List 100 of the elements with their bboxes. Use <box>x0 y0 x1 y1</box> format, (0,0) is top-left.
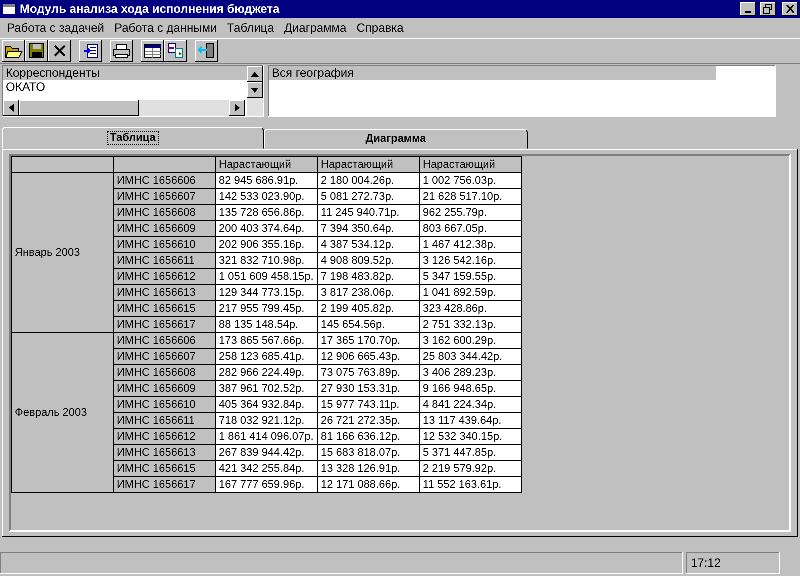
table-cell: 2 199 405.82р. <box>318 300 420 316</box>
row-header-cell: ИМНС 1656613 <box>114 284 216 300</box>
month-cell: Январь 2003 <box>12 172 114 332</box>
menu-item[interactable]: Справка <box>352 21 409 35</box>
table-cell: 12 906 665.43р. <box>318 348 420 364</box>
down-arrow-icon <box>251 88 259 92</box>
restore-button[interactable] <box>760 2 776 16</box>
table-cell: 25 803 344.42р. <box>420 348 522 364</box>
table-cell: 3 817 238.06р. <box>318 284 420 300</box>
table-cell: 15 683 818.07р. <box>318 444 420 460</box>
table-cell: 26 721 272.35р. <box>318 412 420 428</box>
window-title: Модуль анализа хода исполнения бюджета <box>20 2 281 16</box>
toolbar-button[interactable] <box>110 40 133 62</box>
table-cell: 73 075 763.89р. <box>318 364 420 380</box>
import-icon <box>82 44 98 58</box>
table-cell: 267 839 944.42р. <box>216 444 318 460</box>
row-header-cell: ИМНС 1656615 <box>114 300 216 316</box>
table-cell: 387 961 702.52р. <box>216 380 318 396</box>
table-cell: 88 135 148.54р. <box>216 316 318 332</box>
transfer-icon <box>166 43 184 59</box>
row-header-cell: ИМНС 1656612 <box>114 428 216 444</box>
row-header-cell: ИМНС 1656611 <box>114 252 216 268</box>
table-cell: 4 841 224.34р. <box>420 396 522 412</box>
scroll-left-button[interactable] <box>3 100 19 116</box>
tab[interactable]: Таблица <box>2 127 264 149</box>
close-icon <box>786 5 794 13</box>
table-cell: 12 532 340.15р. <box>420 428 522 444</box>
column-header: Нарастающий <box>318 156 420 172</box>
table-cell: 13 328 126.91р. <box>318 460 420 476</box>
table-cell: 7 198 483.82р. <box>318 268 420 284</box>
row-header-cell: ИМНС 1656615 <box>114 460 216 476</box>
table-cell: 3 162 600.29р. <box>420 332 522 348</box>
folder-icon <box>4 44 22 58</box>
row-header-cell: ИМНС 1656610 <box>114 396 216 412</box>
table-cell: 217 955 799.45р. <box>216 300 318 316</box>
table-cell: 323 428.86р. <box>420 300 522 316</box>
table-cell: 13 117 439.64р. <box>420 412 522 428</box>
table-cell: 421 342 255.84р. <box>216 460 318 476</box>
toolbar-button[interactable] <box>79 40 102 62</box>
table-cell: 1 861 414 096.07р. <box>216 428 318 444</box>
table-cell: 1 041 892.59р. <box>420 284 522 300</box>
scroll-thumb[interactable] <box>19 100 139 116</box>
table-cell: 202 906 355.16р. <box>216 236 318 252</box>
scroll-up-button[interactable] <box>247 66 263 82</box>
table-cell: 2 751 332.13р. <box>420 316 522 332</box>
row-header-cell: ИМНС 1656609 <box>114 380 216 396</box>
up-arrow-icon <box>251 72 259 76</box>
scroll-right-button[interactable] <box>229 100 245 116</box>
toolbar-button[interactable] <box>48 40 71 62</box>
toolbar-button[interactable] <box>25 40 48 62</box>
column-header: Нарастающий <box>216 156 318 172</box>
menu-item[interactable]: Работа с данными <box>109 21 222 35</box>
table-icon <box>144 44 162 58</box>
table-cell: 142 533 023.90р. <box>216 188 318 204</box>
scroll-down-button[interactable] <box>247 82 263 98</box>
menu-item[interactable]: Таблица <box>222 21 280 35</box>
menu-item[interactable]: Работа с задачей <box>2 21 110 35</box>
table-cell: 1 467 412.38р. <box>420 236 522 252</box>
list-item[interactable]: Корреспонденты <box>3 66 247 80</box>
table-cell: 803 667.05р. <box>420 220 522 236</box>
table-cell: 4 908 809.52р. <box>318 252 420 268</box>
table-cell: 11 245 940.71р. <box>318 204 420 220</box>
row-header-cell: ИМНС 1656612 <box>114 268 216 284</box>
row-header-cell: ИМНС 1656606 <box>114 332 216 348</box>
table-cell: 200 403 374.64р. <box>216 220 318 236</box>
table-cell: 27 930 153.31р. <box>318 380 420 396</box>
row-header-cell: ИМНС 1656608 <box>114 204 216 220</box>
row-header-cell: ИМНС 1656606 <box>114 172 216 188</box>
menu-item[interactable]: Диаграмма <box>279 21 352 35</box>
row-header-cell: ИМНС 1656607 <box>114 348 216 364</box>
row-header-cell: ИМНС 1656617 <box>114 316 216 332</box>
close-button[interactable] <box>782 2 798 16</box>
table-cell: 5 081 272.73р. <box>318 188 420 204</box>
table-cell: 1 002 756.03р. <box>420 172 522 188</box>
table-cell: 82 945 686.91р. <box>216 172 318 188</box>
toolbar-button[interactable] <box>164 40 187 62</box>
status-time: 17:12 <box>686 552 780 574</box>
table-cell: 11 552 163.61р. <box>420 476 522 492</box>
table-cell: 3 406 289.23р. <box>420 364 522 380</box>
table-cell: 145 654.56р. <box>318 316 420 332</box>
column-header: Нарастающий <box>420 156 522 172</box>
table-cell: 173 865 567.66р. <box>216 332 318 348</box>
row-header-cell: ИМНС 1656617 <box>114 476 216 492</box>
exit-door-icon <box>198 43 216 59</box>
minimize-button[interactable] <box>740 2 756 16</box>
toolbar-button[interactable] <box>195 40 218 62</box>
table-cell: 258 123 685.41р. <box>216 348 318 364</box>
table-cell: 321 832 710.98р. <box>216 252 318 268</box>
table-cell: 3 126 542.16р. <box>420 252 522 268</box>
row-header-cell: ИМНС 1656608 <box>114 364 216 380</box>
toolbar-button[interactable] <box>141 40 164 62</box>
table-cell: 21 628 517.10р. <box>420 188 522 204</box>
tab[interactable]: Диаграмма <box>264 129 528 149</box>
table-cell: 2 219 579.92р. <box>420 460 522 476</box>
toolbar-button[interactable] <box>2 40 25 62</box>
table-cell: 5 347 159.55р. <box>420 268 522 284</box>
table-cell: 12 171 088.66р. <box>318 476 420 492</box>
table-cell: 282 966 224.49р. <box>216 364 318 380</box>
list-item[interactable]: Вся география <box>269 66 716 80</box>
table-cell: 5 371 447.85р. <box>420 444 522 460</box>
